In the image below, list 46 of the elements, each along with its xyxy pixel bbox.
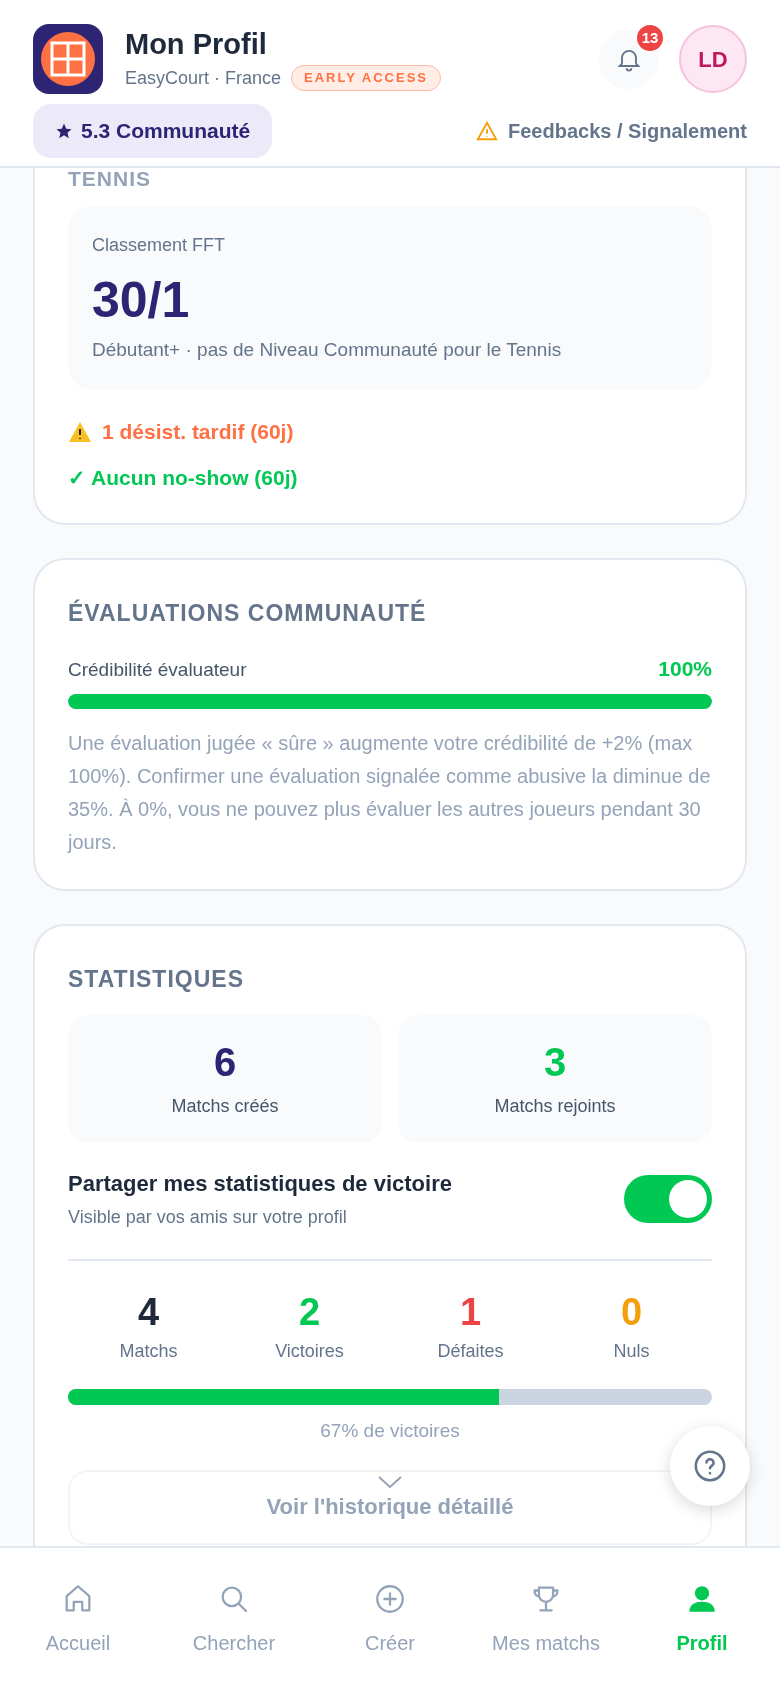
section-heading: TENNIS — [68, 168, 152, 192]
result-label: Matchs — [119, 1340, 178, 1363]
warning-icon — [476, 120, 498, 142]
ranking-label: Classement FFT — [92, 234, 227, 257]
help-icon — [693, 1449, 727, 1483]
section-heading: ÉVALUATIONS COMMUNAUTÉ — [68, 598, 428, 628]
section-heading: STATISTIQUES — [68, 965, 245, 994]
result-label: Victoires — [275, 1340, 344, 1363]
stat-label: Matchs rejoints — [494, 1095, 616, 1118]
app-logo-icon — [33, 24, 103, 94]
stat-value: 6 — [213, 1039, 237, 1086]
community-rating-pill[interactable]: 5.3 Communauté — [33, 104, 273, 158]
nav-tab[interactable]: Profil — [624, 1582, 780, 1658]
warning-icon — [68, 420, 92, 443]
nav-tab[interactable]: Créer — [312, 1582, 468, 1658]
nav-tab[interactable]: Accueil — [0, 1582, 156, 1658]
result-count: 0 — [620, 1289, 643, 1335]
feedback-link[interactable]: Feedbacks / Signalement — [476, 116, 747, 146]
credibility-reading: 100% — [658, 655, 712, 682]
star-icon — [55, 122, 73, 140]
nav-tab[interactable]: Chercher — [156, 1582, 312, 1658]
ranking-value: 30/1 — [92, 271, 191, 330]
avatar-button[interactable]: LD — [679, 25, 747, 93]
history-button[interactable]: Voir l'historique détaillé — [68, 1469, 712, 1545]
ranking-note: Débutant+ · pas de Niveau Communauté pour le Tennis — [92, 337, 563, 362]
result-count: 1 — [459, 1289, 482, 1335]
plus-circle-icon — [373, 1582, 407, 1616]
result-label: Nuls — [613, 1340, 650, 1363]
notification-count: 13 — [635, 23, 665, 53]
late-cancellation-notice: 1 désist. tardif (60j) — [102, 419, 294, 445]
nav-tab[interactable]: Mes matchs — [468, 1582, 624, 1658]
result-count: 4 — [137, 1289, 160, 1335]
result-label: Défaites — [437, 1340, 504, 1363]
no-show-notice: ✓ Aucun no-show (60j) — [68, 464, 299, 491]
share-toggle[interactable] — [624, 1174, 712, 1223]
page-title: Mon Profil — [125, 27, 268, 63]
early-access-badge: EARLY ACCESS — [291, 65, 441, 91]
app-subtitle: EasyCourt · France — [125, 66, 282, 90]
credibility-description: Une évaluation jugée « sûre » augmente votre crédibilité de +2% (max 100%). Confirmer une évaluation signalée comme abusive la diminue de 35%. À 0%, vous ne pouvez plus évaluer les autres joueurs pendant 30 jours. — [68, 731, 712, 855]
result-count: 2 — [298, 1289, 321, 1335]
share-setting-title: Partager mes statistiques de victoire — [68, 1169, 452, 1198]
stat-value: 3 — [543, 1039, 567, 1086]
win-rate-reading: 67% de victoires — [320, 1419, 460, 1443]
share-setting-subtitle: Visible par vos amis sur votre profil — [68, 1205, 348, 1229]
credibility-label: Crédibilité évaluateur — [68, 657, 247, 682]
stat-label: Matchs créés — [171, 1095, 279, 1118]
